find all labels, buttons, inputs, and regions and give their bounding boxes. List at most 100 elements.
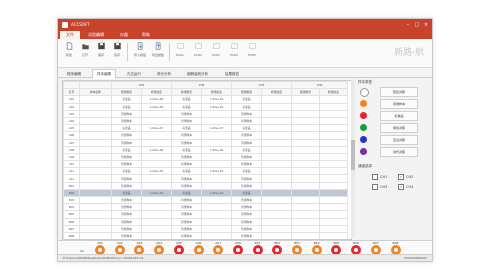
- plate-well[interactable]: A04: [153, 241, 165, 255]
- table-cell[interactable]: [319, 138, 349, 147]
- table-cell[interactable]: 1.00e+05: [201, 167, 233, 176]
- table-cell[interactable]: 1.00e+06: [140, 145, 173, 154]
- table-cell[interactable]: A09: [63, 152, 80, 162]
- table-cell[interactable]: 待测样本: [171, 109, 203, 118]
- table-cell[interactable]: A02: [63, 102, 80, 111]
- table-cell[interactable]: 标准品: [171, 102, 203, 111]
- pcr1-button[interactable]: PCR1: [173, 42, 187, 57]
- checkbox-icon[interactable]: [372, 184, 378, 190]
- table-cell[interactable]: [140, 109, 173, 118]
- table-cell[interactable]: 待测样本: [111, 210, 142, 219]
- table-cell[interactable]: 待测样本: [231, 174, 263, 183]
- table-cell[interactable]: [319, 217, 349, 226]
- column-header[interactable]: 检测类型: [171, 88, 203, 97]
- table-cell[interactable]: 标准品: [171, 167, 203, 176]
- table-row[interactable]: A05 标准品 1.00e+07 标准品 1.00e+07 标准品: [63, 124, 349, 133]
- table-cell[interactable]: 待测样本: [171, 131, 203, 140]
- table-cell[interactable]: 待测样本: [231, 231, 263, 239]
- table-row[interactable]: B03 待测样本 待测样本 待测样本: [63, 195, 349, 205]
- table-cell[interactable]: [79, 124, 112, 133]
- table-cell[interactable]: [261, 224, 293, 233]
- table-cell[interactable]: 标准品: [111, 102, 142, 111]
- table-cell[interactable]: 待测样本: [171, 224, 203, 233]
- table-cell[interactable]: 待测样本: [111, 131, 142, 140]
- table-cell[interactable]: [79, 203, 112, 212]
- table-row[interactable]: B04 待测样本 待测样本 待测样本: [63, 203, 349, 212]
- table-cell[interactable]: [79, 181, 112, 190]
- table-cell[interactable]: [261, 231, 293, 239]
- table-cell[interactable]: [291, 95, 321, 104]
- table-cell[interactable]: 待测样本: [231, 203, 263, 212]
- column-header[interactable]: 样本名称: [79, 88, 112, 97]
- table-cell[interactable]: [291, 217, 321, 226]
- table-cell[interactable]: 待测样本: [171, 160, 203, 169]
- table-cell[interactable]: [319, 124, 349, 133]
- table-cell[interactable]: [291, 152, 321, 162]
- table-cell[interactable]: [319, 116, 349, 126]
- table-cell[interactable]: 待测样本: [231, 181, 263, 190]
- table-cell[interactable]: 待测样本: [171, 138, 203, 147]
- plate-well[interactable]: B07: [370, 241, 382, 255]
- channel-checkbox-ch1[interactable]: CH1: [372, 174, 387, 180]
- table-cell[interactable]: 待测样本: [111, 231, 142, 239]
- table-cell[interactable]: [261, 95, 293, 104]
- table-cell[interactable]: 待测样本: [111, 174, 142, 183]
- table-cell[interactable]: [261, 188, 293, 198]
- table-cell[interactable]: 待测样本: [111, 181, 142, 190]
- legend-button[interactable]: 阳性对照: [380, 87, 418, 97]
- table-cell[interactable]: [79, 109, 112, 118]
- table-cell[interactable]: 1.00e+07: [201, 124, 233, 133]
- table-cell[interactable]: [319, 102, 349, 111]
- column-header[interactable]: 检测浓度: [261, 88, 293, 97]
- plate-well[interactable]: B01: [252, 241, 264, 255]
- column-header[interactable]: 检测浓度: [201, 88, 233, 97]
- table-cell[interactable]: [319, 174, 349, 183]
- table-cell[interactable]: [319, 188, 349, 198]
- table-row[interactable]: B06 待测样本 待测样本 待测样本: [63, 217, 349, 226]
- table-cell[interactable]: [291, 124, 321, 133]
- pcr5-button[interactable]: PCR5: [245, 42, 259, 57]
- column-header[interactable]: 检测类型: [111, 88, 142, 97]
- plate-well[interactable]: B02: [271, 241, 283, 255]
- table-cell[interactable]: 待测样本: [111, 224, 142, 233]
- pcr3-button[interactable]: PCR3: [209, 42, 223, 57]
- table-cell[interactable]: 1.00e+04: [201, 188, 233, 198]
- table-cell[interactable]: B02: [63, 188, 80, 198]
- table-cell[interactable]: 待测样本: [171, 217, 203, 226]
- plate-well[interactable]: B04: [311, 241, 323, 255]
- table-cell[interactable]: [291, 102, 321, 111]
- table-cell[interactable]: 待测样本: [171, 231, 203, 239]
- table-row[interactable]: B07 待测样本 待测样本 待测样本: [63, 224, 349, 233]
- column-header[interactable]: 检测浓度: [140, 88, 173, 97]
- table-cell[interactable]: [291, 181, 321, 190]
- table-cell[interactable]: [291, 116, 321, 126]
- table-cell[interactable]: [291, 203, 321, 212]
- scrollbar-thumb[interactable]: [351, 140, 355, 170]
- table-cell[interactable]: [79, 174, 112, 183]
- plate-well[interactable]: A08: [232, 241, 244, 255]
- import-template-button[interactable]: 导入模板: [133, 42, 147, 57]
- tab-report[interactable]: 结果报告: [220, 69, 244, 79]
- table-cell[interactable]: [291, 231, 321, 239]
- menu-instrument[interactable]: 仪器: [114, 31, 134, 39]
- checkbox-icon[interactable]: ✓: [398, 174, 404, 180]
- table-cell[interactable]: [261, 160, 293, 169]
- table-cell[interactable]: 待测样本: [111, 138, 142, 147]
- checkbox-icon[interactable]: ✓: [398, 184, 404, 190]
- table-cell[interactable]: A07: [63, 138, 80, 147]
- table-cell[interactable]: [261, 217, 293, 226]
- table-cell[interactable]: [140, 217, 173, 226]
- table-cell[interactable]: 标准品: [111, 95, 142, 104]
- table-cell[interactable]: A10: [63, 160, 80, 169]
- table-cell[interactable]: B08: [63, 231, 80, 239]
- table-cell[interactable]: 标准品: [231, 188, 263, 198]
- table-cell[interactable]: [319, 131, 349, 140]
- table-row[interactable]: A10 待测样本 待测样本 待测样本: [63, 160, 349, 169]
- table-cell[interactable]: 标准品: [231, 167, 263, 176]
- table-cell[interactable]: [140, 210, 173, 219]
- plate-well[interactable]: B06: [350, 241, 362, 255]
- table-row[interactable]: B05 待测样本 待测样本 待测样本: [63, 210, 349, 219]
- tab-sample[interactable]: 样本编辑: [92, 69, 116, 79]
- table-cell[interactable]: 待测样本: [111, 109, 142, 118]
- plate-well[interactable]: B08: [390, 241, 402, 255]
